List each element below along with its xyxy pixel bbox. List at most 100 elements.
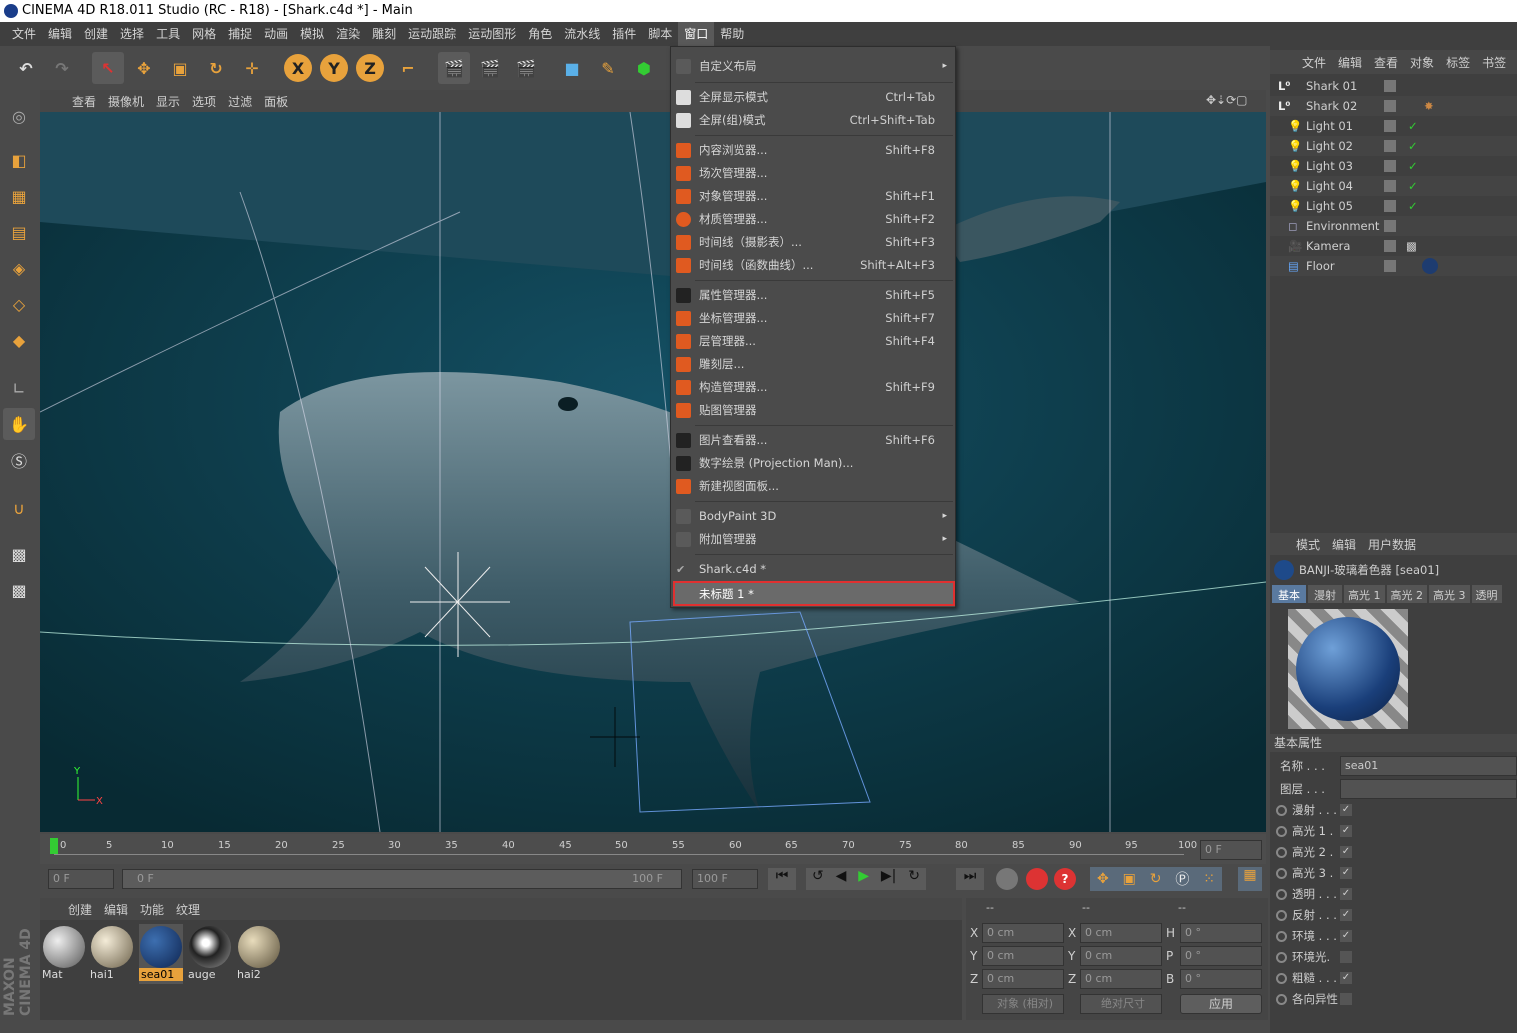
record-disabled-icon[interactable] (996, 868, 1018, 890)
record-icon[interactable] (1026, 868, 1048, 890)
channel-row[interactable]: 粗糙 . . . ✓ (1270, 968, 1517, 989)
position-y-field[interactable]: 0 cm (982, 946, 1064, 966)
3d-viewport[interactable]: YX (40, 112, 1266, 832)
channel-row[interactable]: 高光 3 . ✓ (1270, 863, 1517, 884)
am-menu-edit[interactable]: 编辑 (1326, 536, 1362, 553)
tab-transparency[interactable]: 透明 (1471, 585, 1502, 603)
object-row[interactable]: 💡 Light 05 ✓ (1270, 196, 1517, 216)
menu-create[interactable]: 创建 (78, 22, 114, 46)
menu-plugins[interactable]: 插件 (606, 22, 642, 46)
coord-mode-select[interactable]: 对象 (相对) (982, 994, 1064, 1014)
visibility-icon[interactable] (1384, 120, 1396, 132)
channel-row[interactable]: 透明 . . . ✓ (1270, 884, 1517, 905)
play-icon[interactable]: ▶ (858, 868, 869, 890)
next-frame-icon[interactable]: ▶| (881, 868, 896, 890)
vp-menu-display[interactable]: 显示 (150, 93, 186, 110)
menu-item-timeline-fcurve[interactable]: 时间线（函数曲线）... Shift+Alt+F3 (671, 254, 955, 277)
goto-start-icon[interactable]: ⏮ (768, 868, 796, 890)
move-icon[interactable]: ✥ (128, 52, 160, 84)
menu-pipeline[interactable]: 流水线 (558, 22, 606, 46)
enabled-check-icon[interactable]: ✓ (1408, 156, 1418, 176)
start-frame-field[interactable]: 0 F (48, 869, 114, 889)
rotation-h-field[interactable]: 0 ° (1180, 923, 1262, 943)
menu-tools[interactable]: 工具 (150, 22, 186, 46)
tab-basic[interactable]: 基本 (1272, 585, 1306, 603)
vp-menu-camera[interactable]: 摄像机 (102, 93, 150, 110)
menu-render[interactable]: 渲染 (330, 22, 366, 46)
object-row[interactable]: 💡 Light 01 ✓ (1270, 116, 1517, 136)
enabled-check-icon[interactable]: ✓ (1408, 196, 1418, 216)
z-axis-icon[interactable]: Z (356, 54, 384, 82)
camera-tag-icon[interactable]: ▩ (1406, 236, 1417, 256)
undo-icon[interactable]: ↶ (10, 52, 42, 84)
channel-row[interactable]: 高光 1 . ✓ (1270, 821, 1517, 842)
visibility-icon[interactable] (1384, 220, 1396, 232)
object-row[interactable]: L⁰ Shark 02 ✸ (1270, 96, 1517, 116)
rotate-icon[interactable]: ↻ (200, 52, 232, 84)
object-row[interactable]: ▤ Floor (1270, 256, 1517, 276)
menu-edit[interactable]: 编辑 (42, 22, 78, 46)
checkbox[interactable]: ✓ (1340, 804, 1352, 816)
enabled-check-icon[interactable]: ✓ (1408, 176, 1418, 196)
menu-item-attribute-manager[interactable]: 属性管理器... Shift+F5 (671, 284, 955, 307)
size-x-field[interactable]: 0 cm (1080, 923, 1162, 943)
cube-icon[interactable]: ■ (556, 52, 588, 84)
material-tag-icon[interactable] (1422, 258, 1438, 274)
visibility-icon[interactable] (1384, 240, 1396, 252)
radio-icon[interactable] (1276, 910, 1287, 921)
end-frame-field[interactable]: 100 F (692, 869, 758, 889)
live-select-icon[interactable]: ↖ (92, 52, 124, 84)
menu-item-extra-managers[interactable]: 附加管理器 ▸ (671, 528, 955, 551)
recent-tool-icon[interactable]: ✛ (236, 52, 268, 84)
checkbox[interactable] (1340, 951, 1352, 963)
am-menu-userdata[interactable]: 用户数据 (1362, 536, 1422, 553)
key-param-icon[interactable]: Ⓟ (1175, 869, 1189, 889)
rotation-b-field[interactable]: 0 ° (1180, 969, 1262, 989)
menu-item-structure-manager[interactable]: 构造管理器... Shift+F9 (671, 376, 955, 399)
edges-mode-icon[interactable]: ◇ (3, 288, 35, 320)
key-scale-icon[interactable]: ▣ (1123, 871, 1136, 887)
menu-item-texture-manager[interactable]: 贴图管理器 (671, 399, 955, 422)
visibility-icon[interactable] (1384, 160, 1396, 172)
menu-item-take-manager[interactable]: 场次管理器... (671, 162, 955, 185)
checkbox[interactable]: ✓ (1340, 930, 1352, 942)
visibility-icon[interactable] (1384, 80, 1396, 92)
object-row[interactable]: ◻ Environment (1270, 216, 1517, 236)
object-row[interactable]: 💡 Light 02 ✓ (1270, 136, 1517, 156)
name-field[interactable]: sea01 (1340, 756, 1517, 776)
mat-menu-texture[interactable]: 纹理 (170, 901, 206, 918)
tab-specular-3[interactable]: 高光 3 (1429, 585, 1470, 603)
workplane-mode-icon[interactable]: ▤ (3, 216, 35, 248)
render-picture-viewer-icon[interactable]: 🎬 (474, 52, 506, 84)
menu-snap[interactable]: 捕捉 (222, 22, 258, 46)
x-axis-icon[interactable]: X (284, 54, 312, 82)
autokey-icon[interactable]: ? (1054, 868, 1076, 890)
radio-icon[interactable] (1276, 994, 1287, 1005)
tweak-mode-icon[interactable]: ✋ (3, 408, 35, 440)
enabled-check-icon[interactable]: ✓ (1408, 136, 1418, 156)
rotation-p-field[interactable]: 0 ° (1180, 946, 1262, 966)
radio-icon[interactable] (1276, 889, 1287, 900)
om-menu-objects[interactable]: 对象 (1404, 54, 1440, 71)
om-menu-file[interactable]: 文件 (1296, 54, 1332, 71)
checkbox[interactable]: ✓ (1340, 972, 1352, 984)
grid-icon[interactable]: ▩ (3, 574, 35, 606)
menu-script[interactable]: 脚本 (642, 22, 678, 46)
channel-row[interactable]: 高光 2 . ✓ (1270, 842, 1517, 863)
checkbox[interactable]: ✓ (1340, 867, 1352, 879)
vp-menu-panel[interactable]: 面板 (258, 93, 294, 110)
pen-icon[interactable]: ✎ (592, 52, 624, 84)
tag-icon[interactable]: ✸ (1424, 96, 1434, 116)
visibility-icon[interactable] (1384, 200, 1396, 212)
film-icon[interactable]: ▦ (1238, 867, 1262, 891)
visibility-icon[interactable] (1384, 140, 1396, 152)
am-menu-mode[interactable]: 模式 (1290, 536, 1326, 553)
menu-item-doc-untitled[interactable]: 未标题 1 * (673, 581, 955, 606)
layer-field[interactable] (1340, 779, 1517, 799)
menu-select[interactable]: 选择 (114, 22, 150, 46)
radio-icon[interactable] (1276, 805, 1287, 816)
mat-menu-function[interactable]: 功能 (134, 901, 170, 918)
material-swatch[interactable]: hai1 (90, 924, 134, 984)
current-frame-field[interactable]: 0 F (1200, 840, 1262, 860)
visibility-icon[interactable] (1384, 260, 1396, 272)
